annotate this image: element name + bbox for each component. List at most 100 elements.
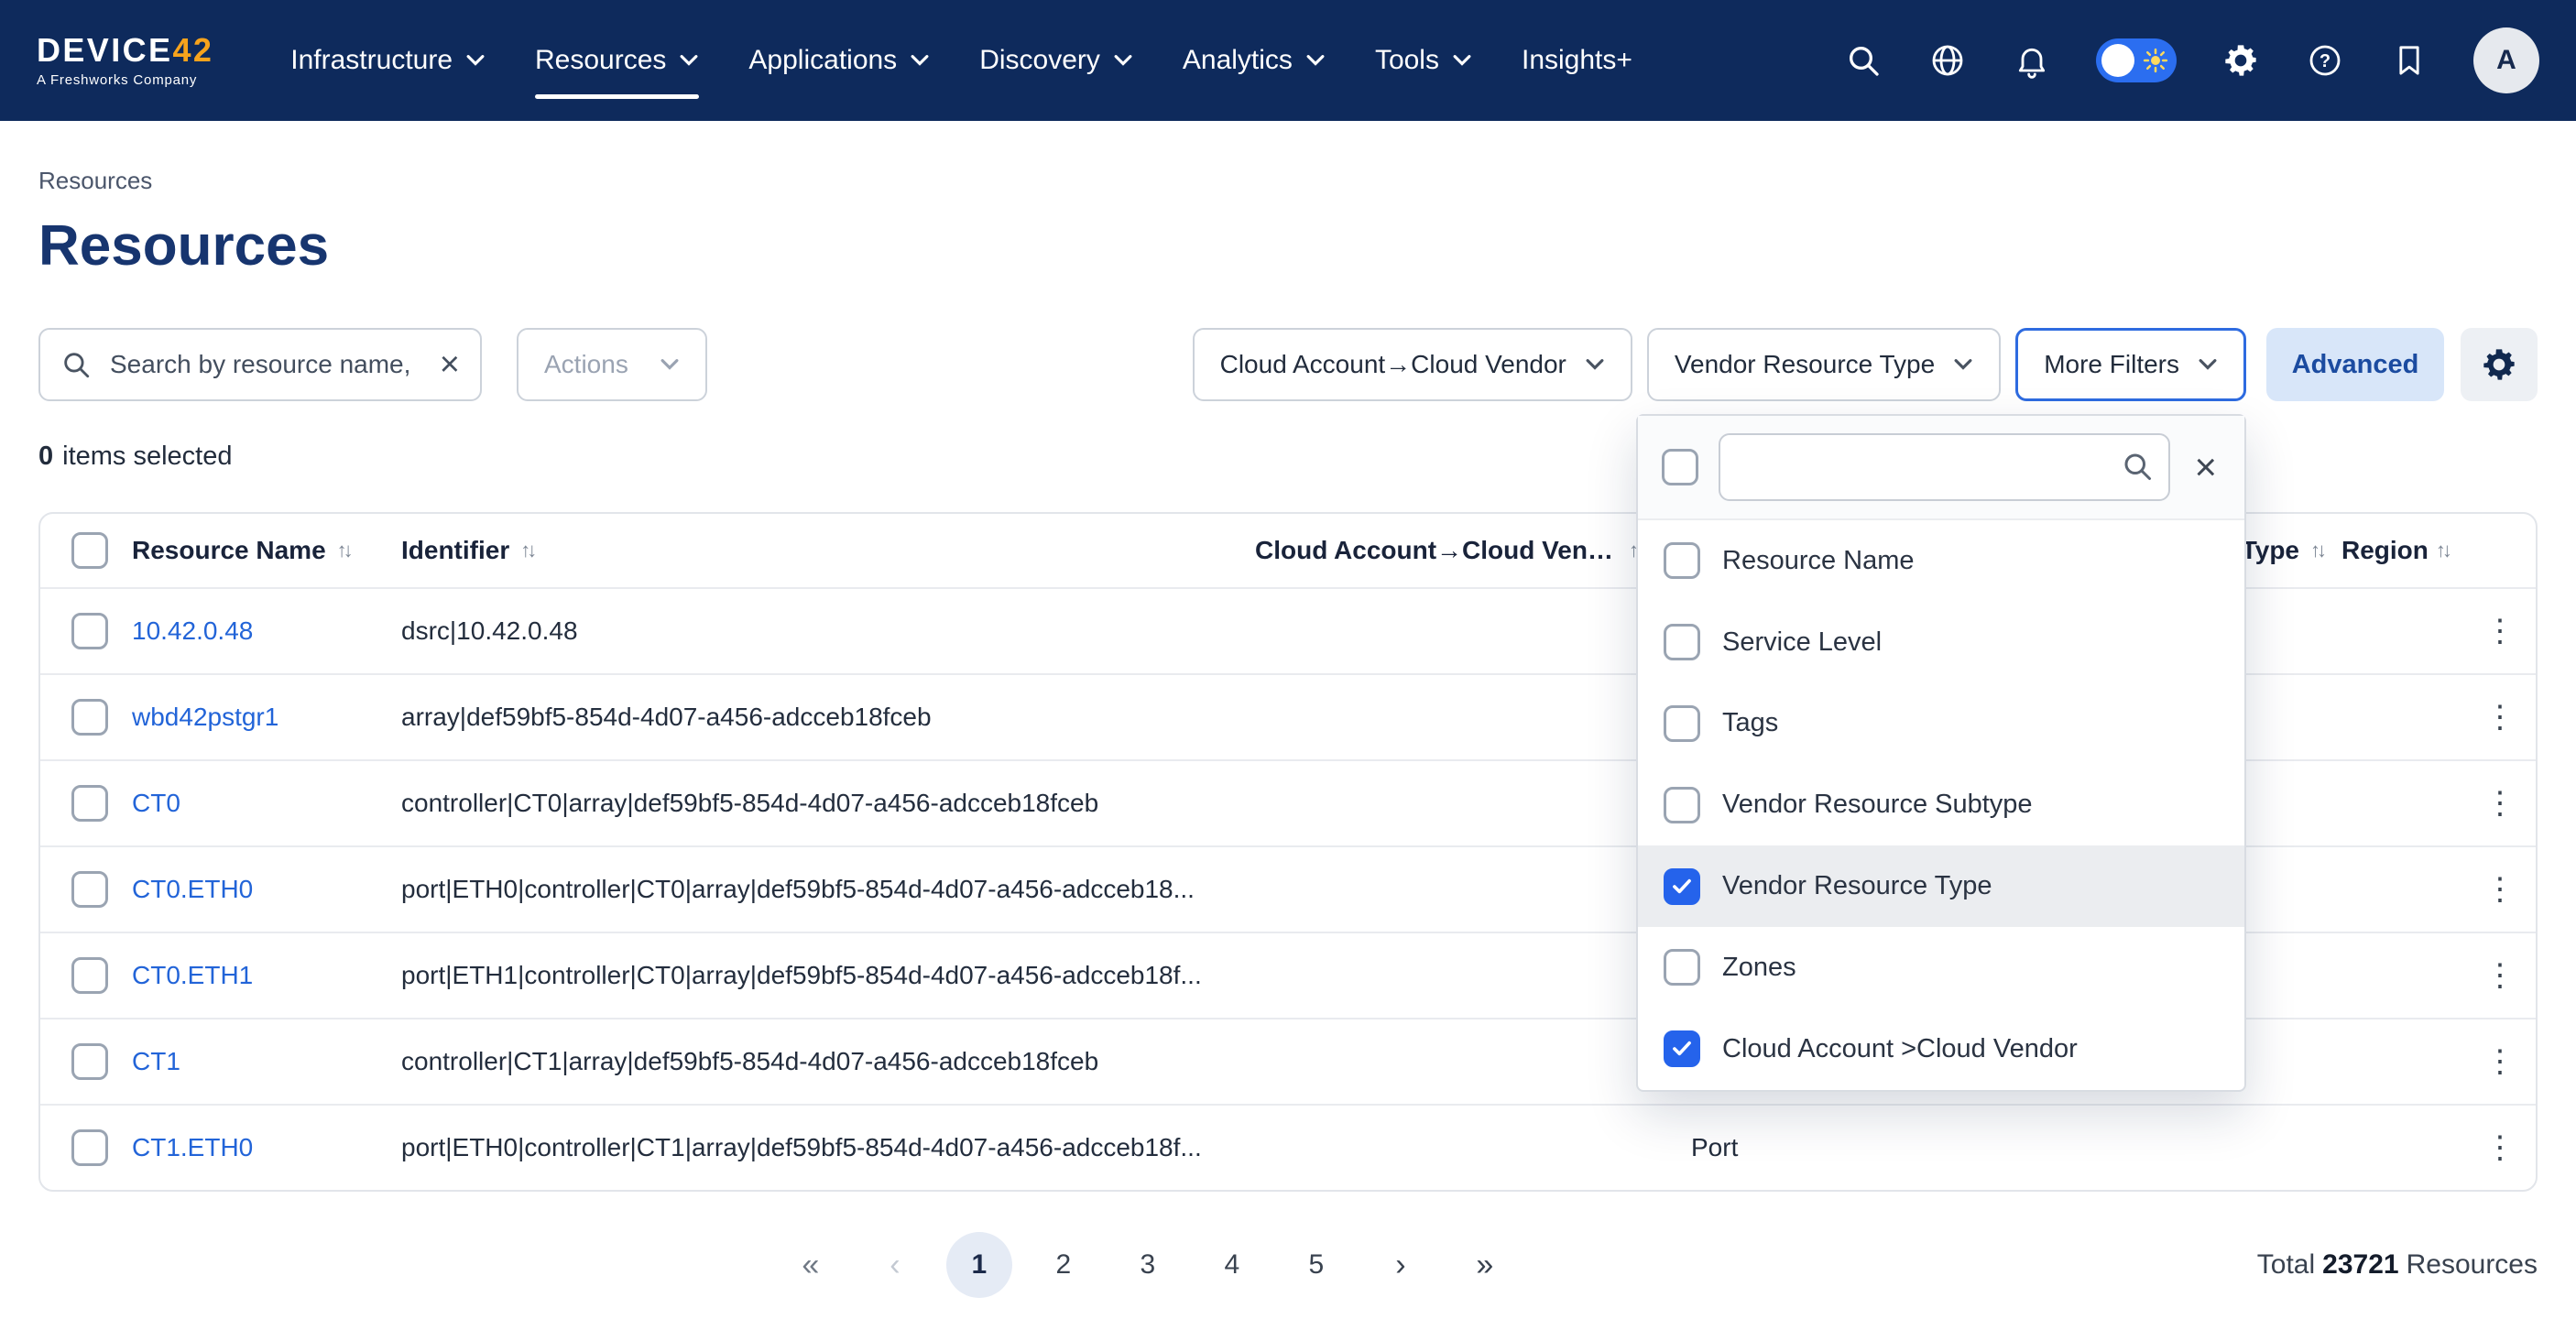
page-button-1[interactable]: 1 bbox=[946, 1232, 1012, 1298]
chevron-down-icon bbox=[1452, 54, 1472, 67]
more-filters-label: More Filters bbox=[2044, 350, 2179, 379]
page-button-5[interactable]: 5 bbox=[1283, 1232, 1349, 1298]
page-button-4[interactable]: 4 bbox=[1199, 1232, 1265, 1298]
col-header-identifier[interactable]: Identifier↑↓ bbox=[401, 536, 1255, 565]
col-header-cloud-vendor[interactable]: Cloud Account→Cloud Vendor↑↓ bbox=[1255, 536, 1691, 565]
nav-item-resources[interactable]: Resources bbox=[535, 0, 699, 121]
row-actions-kebab-icon[interactable]: ⋮ bbox=[2484, 960, 2516, 991]
row-actions-kebab-icon[interactable]: ⋮ bbox=[2484, 616, 2516, 647]
filter-checkbox[interactable] bbox=[1664, 624, 1700, 660]
bell-icon[interactable] bbox=[2012, 40, 2052, 81]
filter-option-zones[interactable]: Zones bbox=[1638, 927, 2244, 1008]
gear-icon[interactable] bbox=[2221, 40, 2261, 81]
filter-checkbox[interactable] bbox=[1664, 705, 1700, 742]
chevron-down-icon bbox=[1585, 358, 1605, 371]
row-checkbox[interactable] bbox=[71, 785, 108, 822]
bookmark-icon[interactable] bbox=[2389, 40, 2429, 81]
sort-icon[interactable]: ↑↓ bbox=[520, 539, 533, 562]
filter-checkbox[interactable] bbox=[1664, 787, 1700, 823]
vendor-type-filter-dropdown[interactable]: Vendor Resource Type bbox=[1647, 328, 2001, 401]
page-button-2[interactable]: 2 bbox=[1031, 1232, 1097, 1298]
last-page-button[interactable]: » bbox=[1452, 1232, 1518, 1298]
brand-42: 42 bbox=[172, 31, 213, 69]
resource-link[interactable]: CT0.ETH0 bbox=[132, 875, 253, 903]
filter-option-cloud-account-cloud-vendor[interactable]: Cloud Account >Cloud Vendor bbox=[1638, 1008, 2244, 1090]
row-actions-kebab-icon[interactable]: ⋮ bbox=[2484, 1132, 2516, 1163]
nav-item-analytics[interactable]: Analytics bbox=[1183, 0, 1326, 121]
sort-icon[interactable]: ↑↓ bbox=[2436, 539, 2449, 562]
advanced-button[interactable]: Advanced bbox=[2266, 328, 2444, 401]
identifier-cell: port|ETH1|controller|CT0|array|def59bf5-… bbox=[401, 961, 1255, 990]
more-filters-dropdown[interactable]: More Filters bbox=[2015, 328, 2246, 401]
row-checkbox[interactable] bbox=[71, 613, 108, 649]
first-page-button[interactable]: « bbox=[778, 1232, 844, 1298]
clear-search-icon[interactable]: × bbox=[440, 347, 460, 382]
actions-dropdown[interactable]: Actions bbox=[517, 328, 707, 401]
search-icon[interactable] bbox=[1843, 40, 1883, 81]
page-title: Resources bbox=[38, 213, 2538, 280]
chevron-down-icon bbox=[660, 358, 680, 371]
nav-label: Infrastructure bbox=[290, 45, 453, 76]
resources-page: DEVICE42 A Freshworks Company Infrastruc… bbox=[0, 0, 2576, 1341]
cloud-account-filter-dropdown[interactable]: Cloud Account→Cloud Vendor bbox=[1193, 328, 1632, 401]
row-actions-kebab-icon[interactable]: ⋮ bbox=[2484, 874, 2516, 905]
resource-link[interactable]: CT0.ETH1 bbox=[132, 961, 253, 989]
resource-link[interactable]: CT1 bbox=[132, 1047, 180, 1075]
resource-link[interactable]: 10.42.0.48 bbox=[132, 616, 253, 645]
sun-icon bbox=[2142, 47, 2169, 74]
row-actions-kebab-icon[interactable]: ⋮ bbox=[2484, 1046, 2516, 1077]
col-header-region[interactable]: Region↑↓ bbox=[2341, 536, 2461, 565]
search-icon bbox=[2121, 450, 2154, 483]
filter-option-service-level[interactable]: Service Level bbox=[1638, 602, 2244, 683]
filter-search-box bbox=[1719, 433, 2170, 501]
row-checkbox[interactable] bbox=[71, 1043, 108, 1080]
filter-checkbox-checked[interactable] bbox=[1664, 1030, 1700, 1067]
sort-icon[interactable]: ↑↓ bbox=[337, 539, 350, 562]
breadcrumb[interactable]: Resources bbox=[38, 121, 152, 195]
select-all-filters-checkbox[interactable] bbox=[1662, 449, 1698, 485]
nav-item-insights[interactable]: Insights+ bbox=[1522, 0, 1632, 121]
filter-option-resource-name[interactable]: Resource Name bbox=[1638, 520, 2244, 602]
vendor-type-filter-label: Vendor Resource Type bbox=[1675, 350, 1935, 379]
filter-option-tags[interactable]: Tags bbox=[1638, 683, 2244, 765]
sort-icon[interactable]: ↑↓ bbox=[2310, 539, 2323, 562]
identifier-cell: controller|CT1|array|def59bf5-854d-4d07-… bbox=[401, 1047, 1255, 1076]
row-actions-kebab-icon[interactable]: ⋮ bbox=[2484, 788, 2516, 819]
filter-option-vendor-resource-type[interactable]: Vendor Resource Type bbox=[1638, 845, 2244, 927]
filter-checkbox[interactable] bbox=[1664, 542, 1700, 579]
filter-checkbox-checked[interactable] bbox=[1664, 868, 1700, 905]
row-checkbox[interactable] bbox=[71, 957, 108, 994]
help-icon[interactable]: ? bbox=[2305, 40, 2345, 81]
nav-label: Discovery bbox=[979, 45, 1100, 76]
check-icon bbox=[1672, 1041, 1692, 1057]
filter-checkbox[interactable] bbox=[1664, 949, 1700, 986]
search-input[interactable] bbox=[106, 348, 425, 381]
nav-item-tools[interactable]: Tools bbox=[1375, 0, 1472, 121]
filter-search-input[interactable] bbox=[1719, 433, 2170, 501]
nav-item-discovery[interactable]: Discovery bbox=[979, 0, 1133, 121]
row-actions-kebab-icon[interactable]: ⋮ bbox=[2484, 702, 2516, 733]
resource-link[interactable]: wbd42pstgr1 bbox=[132, 703, 278, 731]
filter-option-vendor-resource-subtype[interactable]: Vendor Resource Subtype bbox=[1638, 764, 2244, 845]
resource-link[interactable]: CT1.ETH0 bbox=[132, 1133, 253, 1161]
nav-item-applications[interactable]: Applications bbox=[748, 0, 930, 121]
row-checkbox[interactable] bbox=[71, 699, 108, 736]
row-checkbox[interactable] bbox=[71, 871, 108, 908]
user-avatar[interactable]: A bbox=[2473, 27, 2539, 93]
resource-link[interactable]: CT0 bbox=[132, 789, 180, 817]
nav-item-infrastructure[interactable]: Infrastructure bbox=[290, 0, 486, 121]
theme-toggle[interactable] bbox=[2096, 38, 2177, 82]
brand-logo[interactable]: DEVICE42 A Freshworks Company bbox=[37, 34, 213, 88]
close-panel-icon[interactable]: × bbox=[2190, 448, 2221, 486]
globe-icon[interactable] bbox=[1927, 40, 1968, 81]
table-settings-button[interactable] bbox=[2461, 328, 2538, 401]
prev-page-button[interactable]: ‹ bbox=[862, 1232, 928, 1298]
col-header-resource-name[interactable]: Resource Name↑↓ bbox=[132, 536, 401, 565]
select-all-checkbox[interactable] bbox=[71, 532, 108, 569]
row-checkbox[interactable] bbox=[71, 1129, 108, 1166]
more-filters-panel-header: × bbox=[1638, 416, 2244, 520]
next-page-button[interactable]: › bbox=[1368, 1232, 1434, 1298]
brand-device: DEVICE bbox=[37, 31, 172, 69]
nav-label: Resources bbox=[535, 45, 666, 76]
page-button-3[interactable]: 3 bbox=[1115, 1232, 1181, 1298]
